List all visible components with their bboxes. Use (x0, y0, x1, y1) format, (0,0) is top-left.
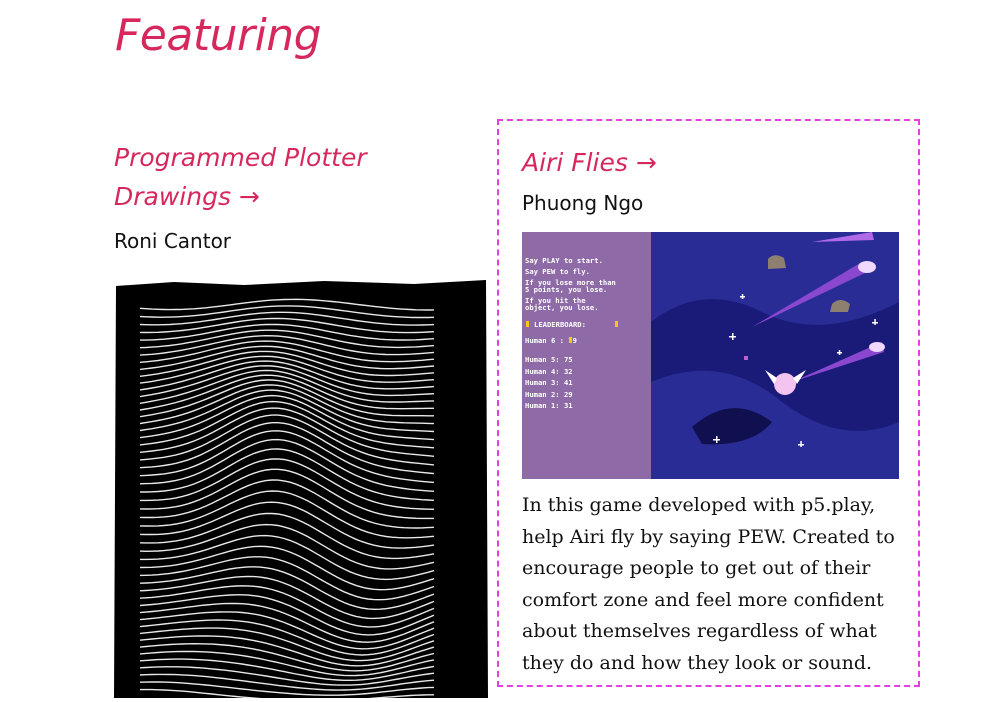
game-instruction-text: Say PLAY to start. (525, 256, 603, 265)
airi-character (774, 373, 796, 395)
project-author: Phuong Ngo (522, 191, 644, 215)
game-instruction-text: 5 points, you lose. (525, 285, 607, 294)
plotter-drawing-svg (114, 280, 488, 702)
project-card-airi-flies[interactable]: Airi Flies → Phuong Ngo Say PLAY to star… (497, 119, 920, 687)
leaderboard-entry: Human 2: 29 (525, 390, 573, 399)
game-instruction-text: object, you lose. (525, 303, 599, 312)
leaderboard-label: LEADERBOARD: (534, 320, 586, 329)
leaderboard-entry: Human 3: 41 (525, 378, 573, 387)
plotter-drawing-image[interactable] (114, 278, 488, 702)
project-author: Roni Cantor (114, 229, 232, 253)
game-instruction-text: Say PEW to fly. (525, 267, 590, 276)
leaderboard-entry: Human 1: 31 (525, 401, 573, 410)
leaderboard-entry: Human 5: 75 (525, 355, 573, 364)
leaderboard-entry: Human 4: 32 (525, 367, 573, 376)
project-title-link[interactable]: Programmed Plotter Drawings → (114, 138, 484, 216)
game-screenshot-image[interactable]: Say PLAY to start. Say PEW to fly. If yo… (522, 232, 899, 479)
section-heading: Featuring (115, 10, 322, 61)
project-card-plotter: Programmed Plotter Drawings → Roni Canto… (114, 138, 488, 702)
project-description: In this game developed with p5.play, hel… (522, 494, 895, 674)
project-title-link[interactable]: Airi Flies → (522, 143, 918, 182)
